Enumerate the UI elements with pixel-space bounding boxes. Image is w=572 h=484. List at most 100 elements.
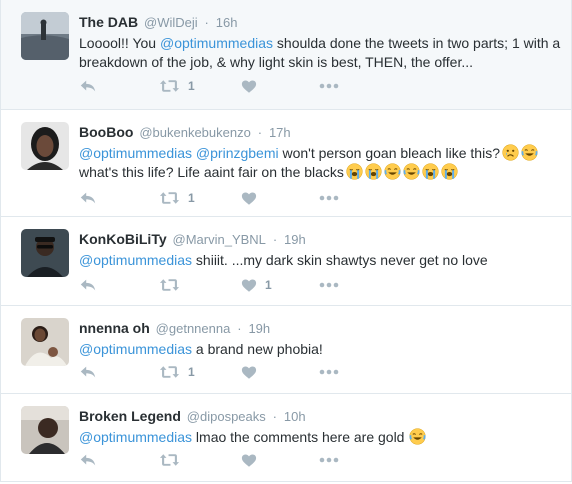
tweet-text-segment: breakdown of the job, & why light skin i… xyxy=(79,54,474,70)
tweet-header: Broken Legend @dipospeaks · 10h xyxy=(79,406,561,427)
tweet-header: KonKoBiLiTy @Marvin_YBNL · 19h xyxy=(79,229,561,250)
mention-link[interactable]: @prinzgbemi xyxy=(196,145,279,161)
like-button[interactable] xyxy=(241,450,265,470)
author-username[interactable]: @dipospeaks xyxy=(187,409,266,424)
tweet-content: KonKoBiLiTy @Marvin_YBNL · 19h @optimumm… xyxy=(79,229,561,270)
avatar[interactable] xyxy=(21,12,69,60)
like-count: 1 xyxy=(265,278,272,292)
retweet-button[interactable]: 1 xyxy=(159,362,195,382)
more-icon xyxy=(319,83,339,89)
tweet-content: Broken Legend @dipospeaks · 10h @optimum… xyxy=(79,406,561,447)
separator-dot: · xyxy=(204,15,209,30)
tweet-text-segment: shiiit. ...my dark skin shawtys never ge… xyxy=(192,252,488,268)
avatar[interactable] xyxy=(21,122,69,170)
mention-link[interactable]: @optimummedias xyxy=(79,145,192,161)
tweet-header: nnenna oh @getnnenna · 19h xyxy=(79,318,561,339)
retweet-button[interactable]: 1 xyxy=(159,76,195,96)
tweet-actions: 1 xyxy=(79,275,379,295)
author-fullname[interactable]: Broken Legend xyxy=(79,408,181,424)
retweet-button[interactable]: 1 xyxy=(159,188,195,208)
more-button[interactable] xyxy=(319,450,339,470)
more-button[interactable] xyxy=(319,275,339,295)
like-button[interactable]: 1 xyxy=(241,275,272,295)
tweet-text: @optimummedias shiiit. ...my dark skin s… xyxy=(79,251,561,270)
reply-icon xyxy=(79,190,97,206)
mention-link[interactable]: @optimummedias xyxy=(79,341,192,357)
laughing-emoji-icon xyxy=(403,163,420,180)
retweet-button[interactable] xyxy=(159,275,188,295)
tweet-text-segment: what's this life? Life aaint fair on the… xyxy=(79,164,344,180)
avatar[interactable] xyxy=(21,406,69,454)
retweet-count: 1 xyxy=(188,79,195,93)
author-fullname[interactable]: BooBoo xyxy=(79,124,133,140)
more-icon xyxy=(319,457,339,463)
reply-button[interactable] xyxy=(79,188,97,208)
tweet-actions: 1 xyxy=(79,76,379,96)
tweet-item[interactable]: KonKoBiLiTy @Marvin_YBNL · 19h @optimumm… xyxy=(0,217,572,306)
reply-icon xyxy=(79,277,97,293)
tweet-timestamp[interactable]: 19h xyxy=(248,321,270,336)
avatar[interactable] xyxy=(21,318,69,366)
tweet-text-segment: a brand new phobia! xyxy=(192,341,323,357)
separator-dot: · xyxy=(272,409,277,424)
retweet-icon xyxy=(159,78,180,94)
tweet-content: The DAB @WilDeji · 16h Looool!! You @opt… xyxy=(79,12,561,72)
tweet-timestamp[interactable]: 16h xyxy=(216,15,238,30)
reply-icon xyxy=(79,78,97,94)
laughing-emoji-icon xyxy=(409,428,426,445)
tweet-header: BooBoo @bukenkebukenzo · 17h xyxy=(79,122,561,143)
heart-icon xyxy=(241,278,257,293)
author-fullname[interactable]: KonKoBiLiTy xyxy=(79,231,167,247)
tweet-header: The DAB @WilDeji · 16h xyxy=(79,12,561,33)
tweet-item[interactable]: nnenna oh @getnnenna · 19h @optimummedia… xyxy=(0,306,572,394)
author-fullname[interactable]: nnenna oh xyxy=(79,320,150,336)
reply-button[interactable] xyxy=(79,275,97,295)
more-icon xyxy=(319,195,339,201)
retweet-button[interactable] xyxy=(159,450,188,470)
tweet-text-segment: won't person goan bleach like this? xyxy=(278,145,500,161)
tweet-item[interactable]: Broken Legend @dipospeaks · 10h @optimum… xyxy=(0,394,572,482)
reply-button[interactable] xyxy=(79,76,97,96)
author-fullname[interactable]: The DAB xyxy=(79,14,138,30)
avatar[interactable] xyxy=(21,229,69,277)
tweet-timestamp[interactable]: 17h xyxy=(269,125,291,140)
retweet-icon xyxy=(159,452,180,468)
retweet-count: 1 xyxy=(188,365,195,379)
like-button[interactable] xyxy=(241,188,265,208)
like-button[interactable] xyxy=(241,76,265,96)
separator-dot: · xyxy=(257,125,263,140)
sobbing-emoji-icon xyxy=(365,163,382,180)
author-username[interactable]: @Marvin_YBNL xyxy=(173,232,266,247)
heart-icon xyxy=(241,79,257,94)
author-username[interactable]: @WilDeji xyxy=(144,15,198,30)
tweet-item[interactable]: BooBoo @bukenkebukenzo · 17h @optimummed… xyxy=(0,110,572,217)
reply-button[interactable] xyxy=(79,450,97,470)
retweet-count: 1 xyxy=(188,191,195,205)
heart-icon xyxy=(241,365,257,380)
sobbing-emoji-icon xyxy=(422,163,439,180)
mention-link[interactable]: @optimummedias xyxy=(79,252,192,268)
tweet-actions: 1 xyxy=(79,188,379,208)
mention-link[interactable]: @optimummedias xyxy=(160,35,273,51)
tweet-list: The DAB @WilDeji · 16h Looool!! You @opt… xyxy=(0,0,572,482)
more-icon xyxy=(319,282,339,288)
tweet-text-segment: lmao the comments here are gold xyxy=(192,429,405,445)
mention-link[interactable]: @optimummedias xyxy=(79,429,192,445)
more-button[interactable] xyxy=(319,76,339,96)
author-username[interactable]: @getnnenna xyxy=(156,321,231,336)
tweet-text: Looool!! You @optimummedias shoulda done… xyxy=(79,34,561,72)
crying-emoji-icon xyxy=(502,144,519,161)
tweet-item[interactable]: The DAB @WilDeji · 16h Looool!! You @opt… xyxy=(0,0,572,110)
tweet-timestamp[interactable]: 10h xyxy=(284,409,306,424)
tweet-timestamp[interactable]: 19h xyxy=(284,232,306,247)
tweet-actions xyxy=(79,450,379,470)
heart-icon xyxy=(241,191,257,206)
more-button[interactable] xyxy=(319,362,339,382)
author-username[interactable]: @bukenkebukenzo xyxy=(139,125,251,140)
more-icon xyxy=(319,369,339,375)
like-button[interactable] xyxy=(241,362,265,382)
separator-dot: · xyxy=(237,321,242,336)
sobbing-emoji-icon xyxy=(346,163,363,180)
more-button[interactable] xyxy=(319,188,339,208)
reply-button[interactable] xyxy=(79,362,97,382)
